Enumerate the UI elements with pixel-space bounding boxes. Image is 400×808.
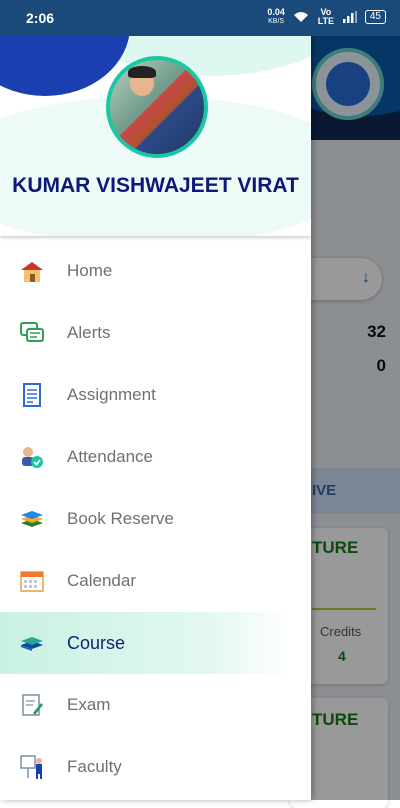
menu-item-label: Book Reserve [67, 509, 174, 528]
menu-item-course[interactable]: Course [0, 612, 293, 674]
attendance-icon [22, 447, 43, 468]
volte-indicator: Vo LTE [317, 7, 335, 26]
status-time: 2:06 [26, 10, 55, 26]
status-bar: 2:06 0.04 KB/S Vo LTE 45 [0, 0, 400, 36]
menu-item-faculty[interactable]: Faculty [0, 736, 311, 798]
network-speed-value: 0.04 [267, 7, 285, 17]
menu-item-alerts[interactable]: Alerts [0, 302, 311, 364]
network-speed: 0.04 KB/S [267, 8, 285, 26]
menu-item-label: Course [67, 633, 126, 653]
status-icons: 0.04 KB/S Vo LTE 45 [267, 8, 386, 26]
menu-item-label: Home [67, 261, 113, 280]
home-icon [21, 262, 43, 282]
menu-item-attendance[interactable]: Attendance [0, 426, 311, 488]
wifi-icon [293, 12, 308, 22]
assignment-icon [23, 383, 41, 407]
menu-item-label: Assignment [67, 385, 156, 404]
battery-icon: 45 [364, 10, 386, 24]
signal-icon [342, 11, 357, 23]
menu-item-home[interactable]: Home [0, 240, 311, 302]
menu-item-assignment[interactable]: Assignment [0, 364, 311, 426]
menu-item-exam[interactable]: Exam [0, 674, 311, 736]
drawer-header: KUMAR VISHWAJEET VIRAT [0, 36, 311, 236]
exam-icon [22, 694, 43, 716]
menu-item-book-reserve[interactable]: Book Reserve [0, 488, 311, 550]
network-speed-unit: KB/S [268, 18, 285, 25]
alerts-icon [20, 322, 44, 342]
menu-item-label: Faculty [67, 757, 122, 776]
menu-item-label: Exam [67, 695, 111, 714]
menu-item-label: Alerts [67, 323, 111, 342]
faculty-icon [20, 755, 42, 779]
user-name: KUMAR VISHWAJEET VIRAT [12, 174, 299, 197]
course-icon [21, 637, 43, 651]
menu-item-label: Calendar [67, 571, 136, 590]
menu-item-calendar[interactable]: Calendar [0, 550, 311, 612]
menu-item-label: Attendance [67, 447, 154, 466]
avatar[interactable] [106, 56, 208, 158]
calendar-icon [20, 571, 44, 592]
navigation-drawer: KUMAR VISHWAJEET VIRAT Home Alerts Assig… [0, 36, 311, 800]
book-reserve-icon [21, 511, 43, 527]
drawer-menu: Home Alerts Assignment Attendance Book R… [0, 240, 311, 798]
